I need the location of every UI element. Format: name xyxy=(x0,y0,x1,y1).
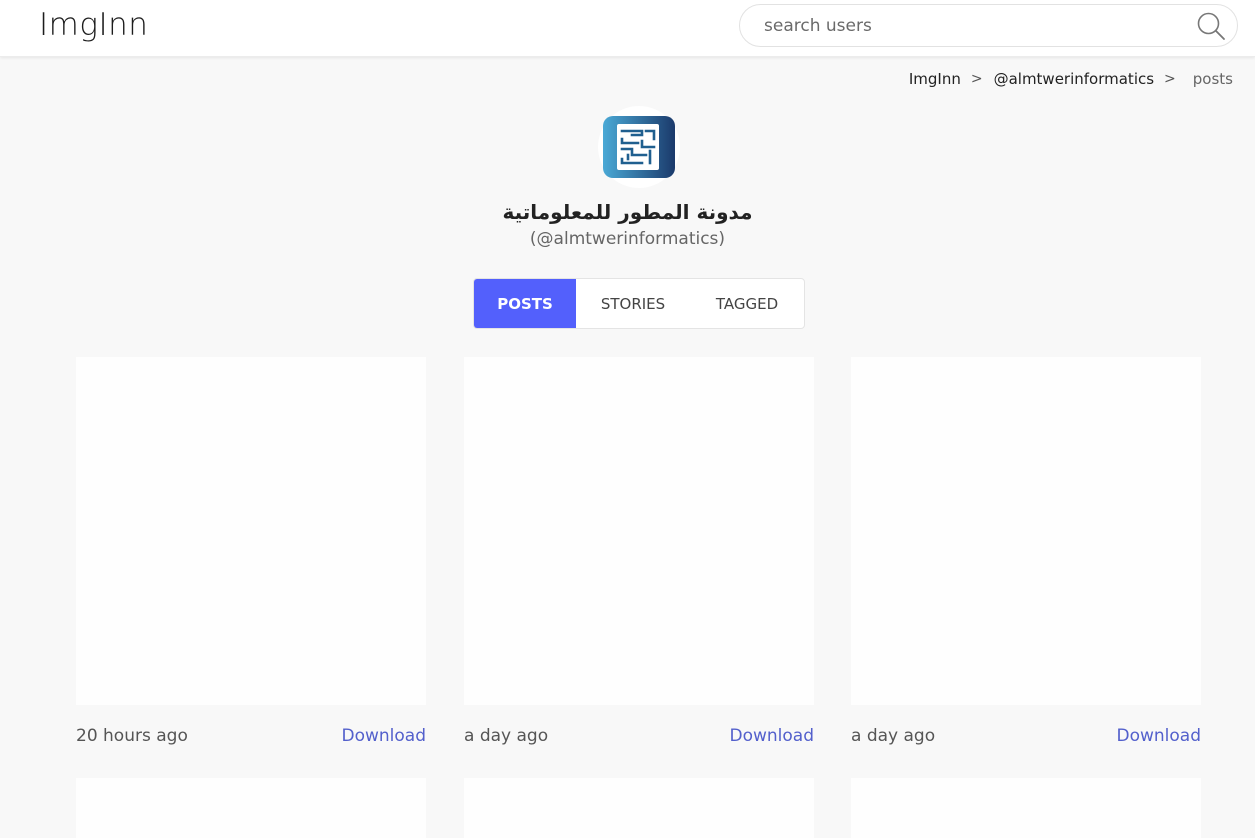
tab-stories[interactable]: STORIES xyxy=(576,279,690,328)
post-meta: a day ago Download xyxy=(851,724,1201,748)
tab-posts[interactable]: POSTS xyxy=(474,279,576,328)
post-meta: a day ago Download xyxy=(464,724,814,748)
post-image[interactable] xyxy=(851,778,1201,838)
post-image[interactable] xyxy=(76,357,426,705)
download-link[interactable]: Download xyxy=(341,726,426,746)
search-box[interactable] xyxy=(739,4,1238,47)
tab-tagged[interactable]: TAGGED xyxy=(690,279,804,328)
search-icon[interactable] xyxy=(1196,11,1226,41)
post-time: a day ago xyxy=(464,726,549,746)
post-time: a day ago xyxy=(851,726,936,746)
profile-handle: (@almtwerinformatics) xyxy=(529,229,726,249)
post-time: 20 hours ago xyxy=(76,726,188,746)
download-link[interactable]: Download xyxy=(1116,726,1201,746)
profile-tabs: POSTS STORIES TAGGED xyxy=(473,278,805,329)
blog-logo-icon xyxy=(603,116,675,178)
profile-name: مدونة المطور للمعلوماتية xyxy=(502,200,753,224)
post-image[interactable] xyxy=(851,357,1201,705)
breadcrumb-separator: > xyxy=(970,71,983,87)
avatar xyxy=(598,106,680,188)
breadcrumb-current: posts xyxy=(1192,70,1233,88)
post-image[interactable] xyxy=(76,778,426,838)
download-link[interactable]: Download xyxy=(729,726,814,746)
post-image[interactable] xyxy=(464,357,814,705)
top-header: ImgInn xyxy=(0,0,1255,57)
breadcrumb-home[interactable]: ImgInn xyxy=(909,70,961,88)
site-logo[interactable]: ImgInn xyxy=(39,7,148,43)
post-meta: 20 hours ago Download xyxy=(76,724,426,748)
search-input[interactable] xyxy=(764,5,1184,46)
post-image[interactable] xyxy=(464,778,814,838)
breadcrumb: ImgInn > @almtwerinformatics > posts xyxy=(909,68,1233,90)
breadcrumb-user[interactable]: @almtwerinformatics xyxy=(994,70,1154,88)
breadcrumb-separator: > xyxy=(1164,71,1176,87)
